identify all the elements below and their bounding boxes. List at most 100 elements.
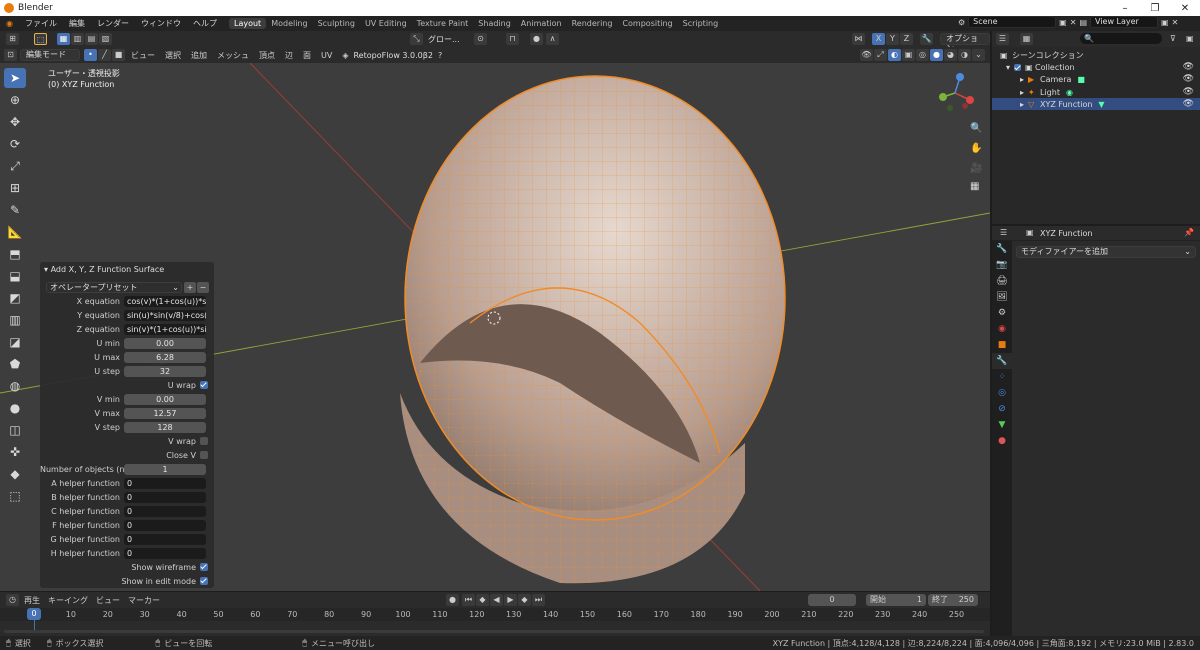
f-helper-field[interactable]: 0: [124, 519, 206, 531]
wrench-icon[interactable]: 🔧: [920, 33, 933, 45]
display-mode-icon[interactable]: ▦: [1020, 33, 1033, 45]
axis-z-toggle[interactable]: Z: [900, 33, 913, 45]
close-button[interactable]: ✕: [1170, 3, 1200, 14]
editor-type-icon[interactable]: ⊞: [6, 33, 19, 45]
expand-arrow-icon[interactable]: ▸: [1020, 75, 1028, 84]
select-box-tool-icon[interactable]: ➤: [4, 68, 26, 88]
menu-render[interactable]: レンダー: [91, 18, 135, 29]
minimize-button[interactable]: –: [1110, 3, 1140, 14]
output-tab-icon[interactable]: 🖨: [992, 273, 1012, 289]
rip-tool-icon[interactable]: ⬚: [4, 486, 26, 506]
new-collection-icon[interactable]: ▣: [1186, 34, 1194, 43]
eye-icon[interactable]: 👁: [1183, 62, 1194, 72]
outliner-row-camera[interactable]: ▸ ▶ Camera ■ 👁: [992, 73, 1200, 85]
operator-panel-header[interactable]: ▾ Add X, Y, Z Function Surface: [44, 265, 164, 274]
modifier-tab-icon[interactable]: 🔧: [992, 353, 1012, 369]
menu-edit[interactable]: 編集: [63, 18, 91, 29]
blender-menu-icon[interactable]: ◉: [0, 19, 19, 28]
scale-tool-icon[interactable]: ⤢: [4, 156, 26, 176]
jump-end-icon[interactable]: ⏭: [532, 594, 545, 606]
expand-arrow-icon[interactable]: ▸: [1020, 88, 1028, 97]
vertex-select-icon[interactable]: •: [84, 49, 97, 61]
show-in-edit-checkbox[interactable]: [200, 577, 208, 585]
mirror-icon[interactable]: ⋈: [852, 33, 865, 45]
world-tab-icon[interactable]: ◉: [992, 321, 1012, 337]
menu-keying[interactable]: キーイング: [44, 595, 92, 606]
timeline-scrollbar[interactable]: [4, 630, 984, 633]
a-helper-field[interactable]: 0: [124, 477, 206, 489]
orientation-icon[interactable]: ⤡: [410, 33, 423, 45]
start-frame-field[interactable]: 開始 1: [866, 594, 926, 606]
physics-tab-icon[interactable]: ◎: [992, 385, 1012, 401]
menu-edge[interactable]: 辺: [280, 50, 298, 61]
visibility-icon[interactable]: 👁: [860, 49, 873, 61]
editor-type-3d-icon[interactable]: ⊡: [4, 49, 17, 61]
menu-help[interactable]: ヘルプ: [187, 18, 223, 29]
data-tab-icon[interactable]: ▼: [992, 417, 1012, 433]
menu-uv[interactable]: UV: [316, 51, 337, 60]
next-keyframe-icon[interactable]: ◆: [518, 594, 531, 606]
select-mode-invert-icon[interactable]: ▧: [99, 33, 112, 45]
shrink-fatten-tool-icon[interactable]: ✜: [4, 442, 26, 462]
view-layer-tab-icon[interactable]: 🖼: [992, 289, 1012, 305]
tab-shading[interactable]: Shading: [473, 18, 516, 29]
filter-icon[interactable]: ⊽: [1170, 34, 1176, 43]
v-wrap-checkbox[interactable]: [200, 437, 208, 445]
cursor-tool-icon[interactable]: ⊕: [4, 90, 26, 110]
new-view-layer-icon[interactable]: ▣: [1161, 18, 1169, 27]
inset-tool-icon[interactable]: ⬓: [4, 266, 26, 286]
transform-tool-icon[interactable]: ⊞: [4, 178, 26, 198]
current-frame-field[interactable]: 0: [808, 594, 856, 606]
tab-layout[interactable]: Layout: [228, 18, 267, 29]
playhead[interactable]: 0: [27, 608, 41, 620]
record-icon[interactable]: ●: [446, 594, 459, 606]
play-icon[interactable]: ▶: [504, 594, 517, 606]
delete-view-layer-icon[interactable]: ✕: [1172, 18, 1179, 27]
menu-marker[interactable]: マーカー: [124, 595, 164, 606]
camera-view-icon[interactable]: 🎥: [970, 163, 982, 174]
menu-vertex[interactable]: 頂点: [254, 50, 280, 61]
proportional-edit-icon[interactable]: ●: [530, 33, 543, 45]
view-layer-icon[interactable]: ▤: [1079, 18, 1087, 27]
particles-tab-icon[interactable]: ⁘: [992, 369, 1012, 385]
end-frame-field[interactable]: 終了 250: [928, 594, 978, 606]
select-tool-icon[interactable]: ⬚: [34, 33, 47, 45]
z-equation-field[interactable]: sin(v)*(1+cos(u))*sin(...: [124, 323, 206, 335]
tab-uv-editing[interactable]: UV Editing: [360, 18, 412, 29]
u-min-field[interactable]: 0.00: [124, 337, 206, 349]
navigation-gizmo[interactable]: [930, 68, 980, 118]
select-mode-subtract-icon[interactable]: ▤: [85, 33, 98, 45]
eye-icon[interactable]: 👁: [1183, 74, 1194, 84]
tab-texture-paint[interactable]: Texture Paint: [412, 18, 474, 29]
mesh-data-icon[interactable]: ▼: [1098, 100, 1104, 109]
eye-icon[interactable]: 👁: [1183, 99, 1194, 109]
pivot-icon[interactable]: ⊙: [474, 33, 487, 45]
eye-icon[interactable]: 👁: [1183, 87, 1194, 97]
face-select-icon[interactable]: ■: [112, 49, 125, 61]
knife-tool-icon[interactable]: ◪: [4, 332, 26, 352]
u-step-field[interactable]: 32: [124, 365, 206, 377]
outliner-row-scene-collection[interactable]: ▣ シーンコレクション: [992, 49, 1200, 61]
view-layer-field[interactable]: View Layer: [1090, 16, 1158, 28]
menu-add[interactable]: 追加: [186, 50, 212, 61]
retopoflow-menu[interactable]: RetopoFlow 3.0.0β2: [353, 51, 432, 60]
num-objects-field[interactable]: 1: [124, 463, 206, 475]
properties-editor-icon[interactable]: ☰: [1000, 228, 1007, 237]
v-min-field[interactable]: 0.00: [124, 393, 206, 405]
add-preset-button[interactable]: +: [184, 282, 196, 293]
falloff-icon[interactable]: ∧: [546, 33, 559, 45]
rendered-shading-icon[interactable]: ◑: [958, 49, 971, 61]
smooth-tool-icon[interactable]: ●: [4, 398, 26, 418]
menu-playback[interactable]: 再生: [20, 595, 44, 606]
extrude-tool-icon[interactable]: ⬒: [4, 244, 26, 264]
edge-slide-tool-icon[interactable]: ◫: [4, 420, 26, 440]
solid-shading-icon[interactable]: ●: [930, 49, 943, 61]
bevel-tool-icon[interactable]: ◩: [4, 288, 26, 308]
jump-start-icon[interactable]: ⏮: [462, 594, 475, 606]
outliner-editor-icon[interactable]: ☰: [996, 33, 1009, 45]
constraints-tab-icon[interactable]: ⊘: [992, 401, 1012, 417]
h-helper-field[interactable]: 0: [124, 547, 206, 559]
tab-compositing[interactable]: Compositing: [617, 18, 677, 29]
outliner-search-input[interactable]: 🔍: [1080, 33, 1162, 44]
tab-rendering[interactable]: Rendering: [567, 18, 618, 29]
